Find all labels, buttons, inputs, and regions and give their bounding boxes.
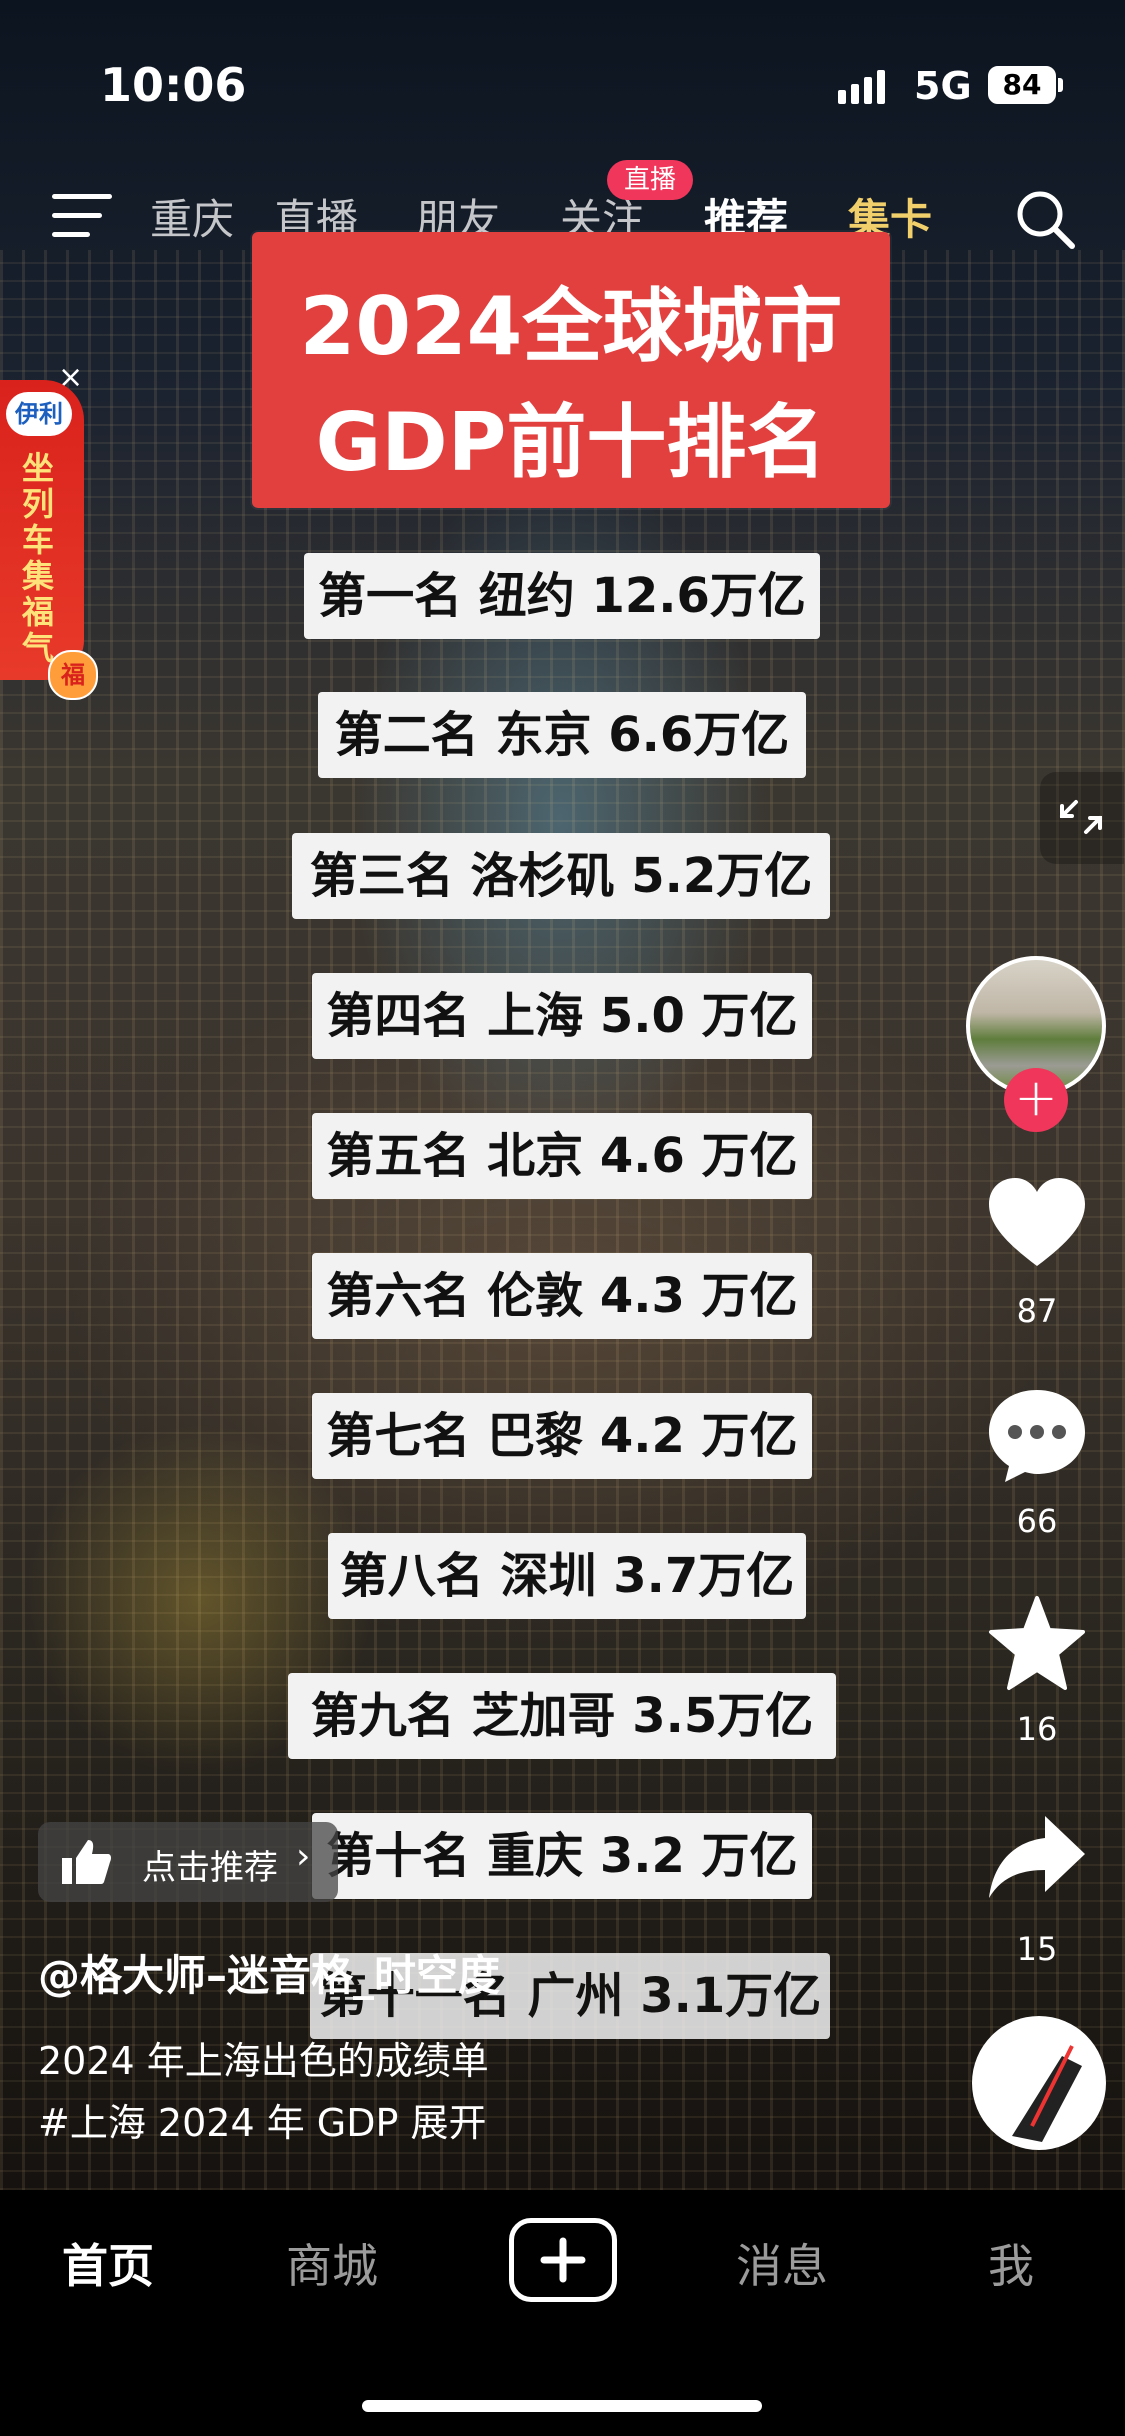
- author-name[interactable]: @格大师–迷音格_时空度: [38, 1942, 500, 2003]
- chevron-right-icon: ›: [296, 1836, 311, 1877]
- share-count: 15: [1016, 1930, 1058, 1968]
- recommend-label: 点击推荐: [142, 1848, 278, 1888]
- title-line-2: GDP前十排名: [315, 396, 827, 489]
- search-icon[interactable]: [1012, 186, 1078, 252]
- post-caption: 2024 年上海出色的成绩单: [38, 2039, 489, 2083]
- plus-icon: [540, 2237, 586, 2283]
- signal-icon: [838, 70, 890, 104]
- promo-text: 坐列车集福气: [22, 449, 55, 667]
- ranking-item: 第一名 纽约 12.6万亿: [304, 553, 820, 639]
- battery-tip: [1058, 78, 1063, 92]
- like-count: 87: [1016, 1292, 1058, 1330]
- comment-icon[interactable]: [985, 1386, 1089, 1486]
- heart-icon[interactable]: [985, 1176, 1089, 1272]
- ranking-item: 第二名 东京 6.6万亿: [318, 692, 806, 778]
- favorite-count: 16: [1016, 1710, 1058, 1748]
- ranking-item: 第四名 上海 5.0 万亿: [312, 973, 812, 1059]
- status-bar: 10:06 5G 84: [0, 0, 1125, 170]
- menu-icon[interactable]: [52, 194, 112, 238]
- music-disc[interactable]: [972, 2016, 1106, 2150]
- nav-messages[interactable]: 消息: [736, 2230, 828, 2296]
- fu-badge: 福: [48, 650, 98, 700]
- comment-count: 66: [1016, 1502, 1058, 1540]
- ranking-item: 第六名 伦敦 4.3 万亿: [312, 1253, 812, 1339]
- recommend-button[interactable]: 点击推荐 ›: [38, 1822, 338, 1902]
- tab-chongqing[interactable]: 重庆: [150, 186, 234, 247]
- ranking-item: 第九名 芝加哥 3.5万亿: [288, 1673, 836, 1759]
- post-hashtag[interactable]: #上海 2024 年 GDP 展开: [38, 2092, 487, 2147]
- nav-mall[interactable]: 商城: [286, 2230, 378, 2296]
- ranking-item: 第三名 洛杉矶 5.2万亿: [292, 833, 830, 919]
- nav-me[interactable]: 我: [988, 2230, 1034, 2296]
- nav-home[interactable]: 首页: [62, 2230, 154, 2296]
- home-indicator: [362, 2400, 762, 2412]
- ranking-item: 第五名 北京 4.6 万亿: [312, 1113, 812, 1199]
- title-line-1: 2024全球城市: [299, 280, 843, 373]
- video-title-card: 2024全球城市 GDP前十排名: [252, 232, 890, 508]
- clock: 10:06: [100, 58, 247, 112]
- ranking-item: 第七名 巴黎 4.2 万亿: [312, 1393, 812, 1479]
- thumbs-up-icon: [62, 1840, 112, 1884]
- live-badge: 直播: [607, 160, 693, 200]
- ranking-item: 第十名 重庆 3.2 万亿: [312, 1813, 812, 1899]
- network-type: 5G: [914, 64, 972, 108]
- share-icon[interactable]: [985, 1812, 1089, 1902]
- follow-button[interactable]: +: [1004, 1068, 1068, 1132]
- compress-icon[interactable]: [1040, 772, 1124, 864]
- brand-logo: 伊利: [6, 392, 72, 436]
- star-icon[interactable]: [985, 1594, 1089, 1694]
- create-button[interactable]: [509, 2218, 617, 2302]
- battery-icon: 84: [988, 66, 1056, 104]
- ranking-item: 第八名 深圳 3.7万亿: [328, 1533, 806, 1619]
